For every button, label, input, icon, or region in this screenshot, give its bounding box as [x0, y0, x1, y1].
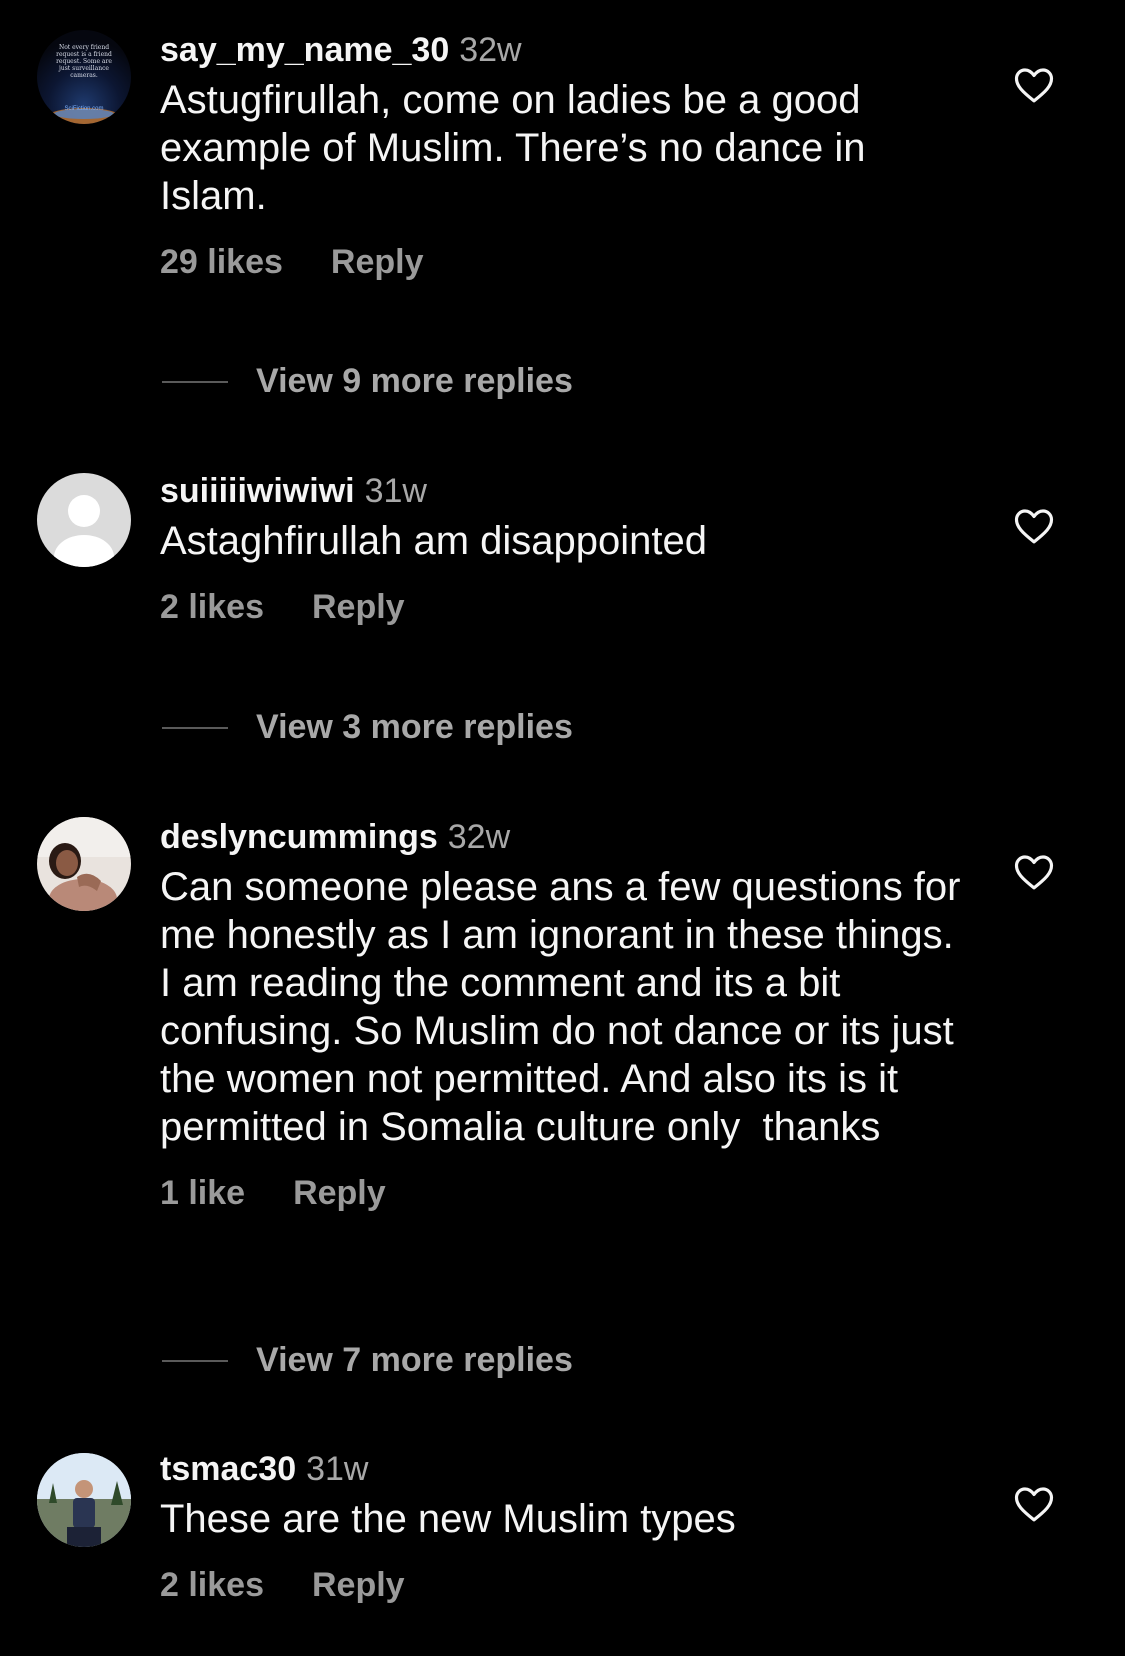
likes-count[interactable]: 2 likes — [160, 588, 264, 626]
avatar-sign-text: Not every friend request is a friend req… — [56, 44, 112, 79]
avatar-image — [37, 1453, 131, 1547]
comment-header: deslyncummings 32w — [160, 817, 960, 857]
avatar[interactable] — [37, 1453, 131, 1547]
comment-time: 31w — [364, 472, 427, 510]
avatar-brand-text: SciFiction.com — [64, 106, 104, 112]
view-more-replies-label[interactable]: View 9 more replies — [256, 361, 573, 401]
replies-divider-line — [162, 1360, 228, 1362]
reply-button[interactable]: Reply — [312, 588, 405, 626]
avatar[interactable] — [37, 473, 131, 567]
heart-icon[interactable] — [1014, 66, 1054, 104]
comment-username[interactable]: tsmac30 — [160, 1450, 296, 1488]
comment-body: tsmac30 31w These are the new Muslim type… — [160, 1449, 960, 1605]
comment-meta: 1 like Reply — [160, 1173, 960, 1213]
comment-username[interactable]: suiiiiiwiwiwi — [160, 472, 355, 510]
comment-time: 31w — [306, 1450, 369, 1488]
view-more-replies-label[interactable]: View 7 more replies — [256, 1340, 573, 1380]
avatar[interactable] — [37, 817, 131, 911]
likes-count[interactable]: 29 likes — [160, 243, 283, 281]
view-more-replies-label[interactable]: View 3 more replies — [256, 707, 573, 747]
comment-text: Astaghfirullah am disappointed — [160, 519, 708, 563]
comment-time: 32w — [447, 818, 511, 856]
reply-button[interactable]: Reply — [331, 243, 424, 281]
person-silhouette-icon — [37, 473, 131, 567]
heart-icon[interactable] — [1014, 853, 1054, 891]
heart-icon[interactable] — [1014, 1485, 1054, 1523]
comment-text: Astugfirullah, come on ladies be a good … — [160, 78, 877, 218]
view-more-replies-button[interactable]: View 9 more replies — [160, 361, 860, 401]
comment-meta: 2 likes Reply — [160, 1565, 960, 1605]
comment-text: Can someone please ans a few questions f… — [160, 865, 972, 1149]
avatar-image — [37, 817, 131, 911]
likes-count[interactable]: 1 like — [160, 1174, 245, 1212]
replies-divider-line — [162, 727, 228, 729]
comment-meta: 29 likes Reply — [160, 242, 960, 282]
comment-header: suiiiiiwiwiwi 31w — [160, 471, 960, 511]
comment-header: tsmac30 31w — [160, 1449, 960, 1489]
comment-username[interactable]: say_my_name_30 — [160, 31, 449, 69]
comment-body: say_my_name_30 32w Astugfirullah, come on… — [160, 30, 960, 282]
reply-button[interactable]: Reply — [312, 1566, 405, 1604]
heart-icon[interactable] — [1014, 507, 1054, 545]
reply-button[interactable]: Reply — [293, 1174, 386, 1212]
comment-meta: 2 likes Reply — [160, 587, 960, 627]
view-more-replies-button[interactable]: View 3 more replies — [160, 707, 860, 747]
avatar[interactable]: Not every friend request is a friend req… — [37, 30, 131, 124]
replies-divider-line — [162, 381, 228, 383]
view-more-replies-button[interactable]: View 7 more replies — [160, 1340, 860, 1380]
comment-time: 32w — [459, 31, 522, 69]
comment-username[interactable]: deslyncummings — [160, 818, 438, 856]
comment-body: suiiiiiwiwiwi 31w Astaghfirullah am disap… — [160, 471, 960, 627]
likes-count[interactable]: 2 likes — [160, 1566, 264, 1604]
comment-header: say_my_name_30 32w — [160, 30, 960, 70]
comment-text: These are the new Muslim types — [160, 1497, 736, 1541]
comment-body: deslyncummings 32w Can someone please ans… — [160, 817, 961, 1213]
